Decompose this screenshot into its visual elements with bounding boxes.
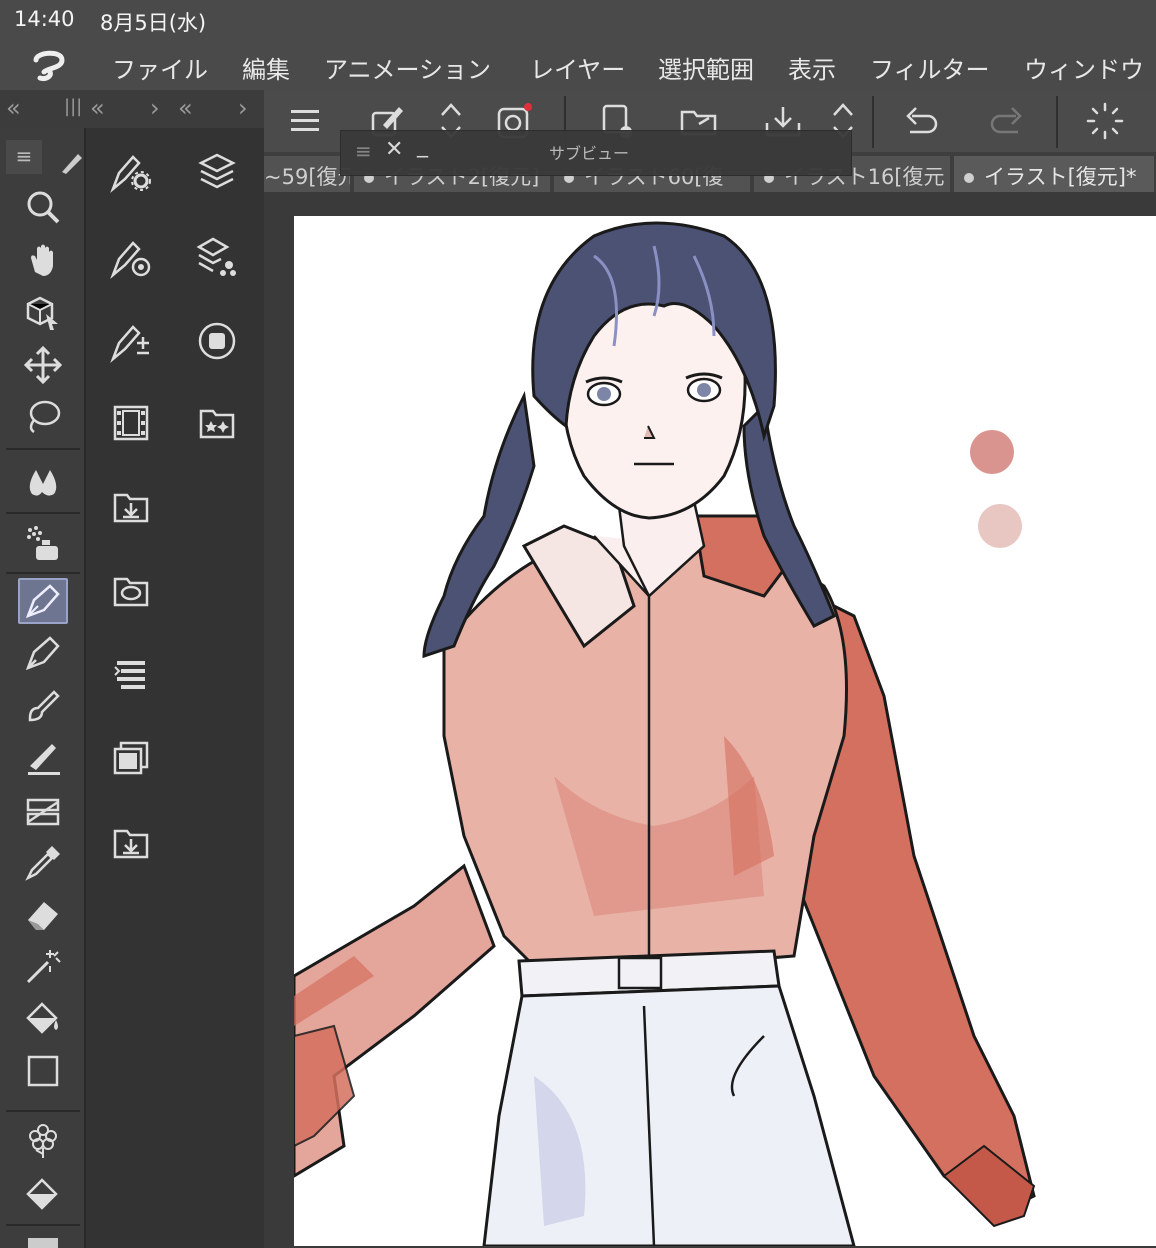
undo-icon[interactable]	[898, 98, 944, 144]
sub-tool-detail-icon[interactable]	[104, 230, 158, 284]
palette-column	[86, 128, 264, 1248]
tool-divider	[6, 1110, 80, 1112]
balloon-icon[interactable]	[104, 564, 158, 618]
panel-grip-icon[interactable]: |||	[64, 96, 82, 117]
menu-window[interactable]: ウィンドウ	[1024, 50, 1144, 85]
artwork-illustration	[294, 221, 1036, 1246]
swatch-1	[970, 430, 1014, 474]
subview-title: サブビュー	[549, 144, 630, 163]
collapse-left-2-icon[interactable]: «	[90, 94, 105, 122]
material-icon[interactable]	[190, 396, 244, 450]
auto-action-icon[interactable]	[104, 648, 158, 702]
menu-filter[interactable]: フィルター	[870, 50, 990, 85]
redo-icon[interactable]	[984, 98, 1030, 144]
magic-wand-icon[interactable]	[18, 944, 68, 990]
panel-header: « ||| « › « ›	[0, 90, 264, 128]
collapse-left-icon[interactable]: «	[6, 94, 21, 122]
decoration-icon[interactable]	[18, 736, 68, 782]
zoom-icon[interactable]	[18, 184, 68, 230]
toolbar-divider	[1056, 96, 1058, 148]
object-icon[interactable]	[18, 290, 68, 336]
menu-selection[interactable]: 選択範囲	[658, 50, 754, 85]
flower-icon[interactable]	[18, 1118, 68, 1164]
subview-close-icon[interactable]: ✕	[385, 137, 403, 162]
layer-property-icon[interactable]	[190, 230, 244, 284]
ruler-icon[interactable]	[18, 788, 68, 834]
collapse-left-3-icon[interactable]: «	[178, 94, 193, 122]
layer-search-icon[interactable]	[104, 732, 158, 786]
swatch-2	[978, 504, 1022, 548]
canvas-area	[264, 192, 1156, 1248]
navigator-icon[interactable]	[190, 314, 244, 368]
brush-size-icon[interactable]	[104, 314, 158, 368]
status-time: 14:40	[14, 7, 75, 31]
import-icon[interactable]	[104, 480, 158, 534]
hand-icon[interactable]	[18, 238, 68, 284]
subview-menu-icon[interactable]: ≡	[355, 139, 372, 163]
expand-right-icon[interactable]: ›	[150, 94, 160, 122]
menu-bar: ファイル 編集 アニメーション レイヤー 選択範囲 表示 フィルター ウィンドウ	[0, 40, 1156, 90]
menu-view[interactable]: 表示	[788, 50, 836, 85]
menu-layer[interactable]: レイヤー	[530, 50, 625, 85]
brush-icon[interactable]	[18, 684, 68, 730]
menu-icon[interactable]	[282, 98, 328, 144]
status-bar: 14:40 8月5日(水)	[0, 0, 1156, 40]
tool-divider	[6, 512, 80, 514]
tool-tab-pen-icon[interactable]	[58, 148, 86, 176]
lasso-icon[interactable]	[18, 394, 68, 440]
move-icon[interactable]	[18, 342, 68, 388]
pencil-icon[interactable]	[18, 630, 68, 676]
tool-divider	[6, 1224, 80, 1226]
blend-icon[interactable]	[18, 460, 68, 506]
tool-divider	[6, 572, 80, 574]
toolbar-divider	[872, 96, 874, 148]
rectangle-icon[interactable]	[18, 1048, 68, 1094]
tool-divider	[6, 448, 80, 450]
palette-menu-icon[interactable]: ≡	[6, 140, 42, 174]
gradient-icon[interactable]	[18, 1172, 68, 1218]
animation-timeline-icon[interactable]	[104, 396, 158, 450]
fill-icon[interactable]	[18, 996, 68, 1042]
color-icon[interactable]	[28, 1238, 58, 1248]
eyedropper-icon[interactable]	[18, 840, 68, 886]
eraser-icon[interactable]	[18, 892, 68, 938]
app-logo-icon[interactable]	[30, 48, 68, 82]
menu-animation[interactable]: アニメーション	[324, 50, 491, 85]
tab-illust-active[interactable]: イラスト[復元]*	[954, 156, 1156, 192]
menu-file[interactable]: ファイル	[112, 50, 208, 85]
subview-window[interactable]: ≡ ✕ _ サブビュー	[340, 130, 852, 176]
spray-icon[interactable]	[18, 520, 68, 566]
menu-edit[interactable]: 編集	[242, 50, 290, 85]
tool-property-icon[interactable]	[104, 144, 158, 198]
tab-label: ~59[復元	[264, 165, 352, 189]
expand-right-2-icon[interactable]: ›	[238, 94, 248, 122]
tool-palette: ≡	[0, 128, 86, 1248]
layer-icon[interactable]	[190, 144, 244, 198]
subview-minimize-icon[interactable]: _	[417, 133, 428, 158]
status-date: 8月5日(水)	[100, 11, 207, 35]
loading-spinner-icon[interactable]	[1082, 98, 1128, 144]
import-2-icon[interactable]	[104, 816, 158, 870]
tab-label: イラスト[復元]*	[984, 165, 1137, 189]
pen-icon[interactable]	[18, 578, 68, 624]
tab-illust-59[interactable]: ~59[復元	[264, 156, 352, 192]
drawing-canvas[interactable]	[294, 216, 1156, 1246]
unsaved-dot-icon	[964, 173, 974, 183]
